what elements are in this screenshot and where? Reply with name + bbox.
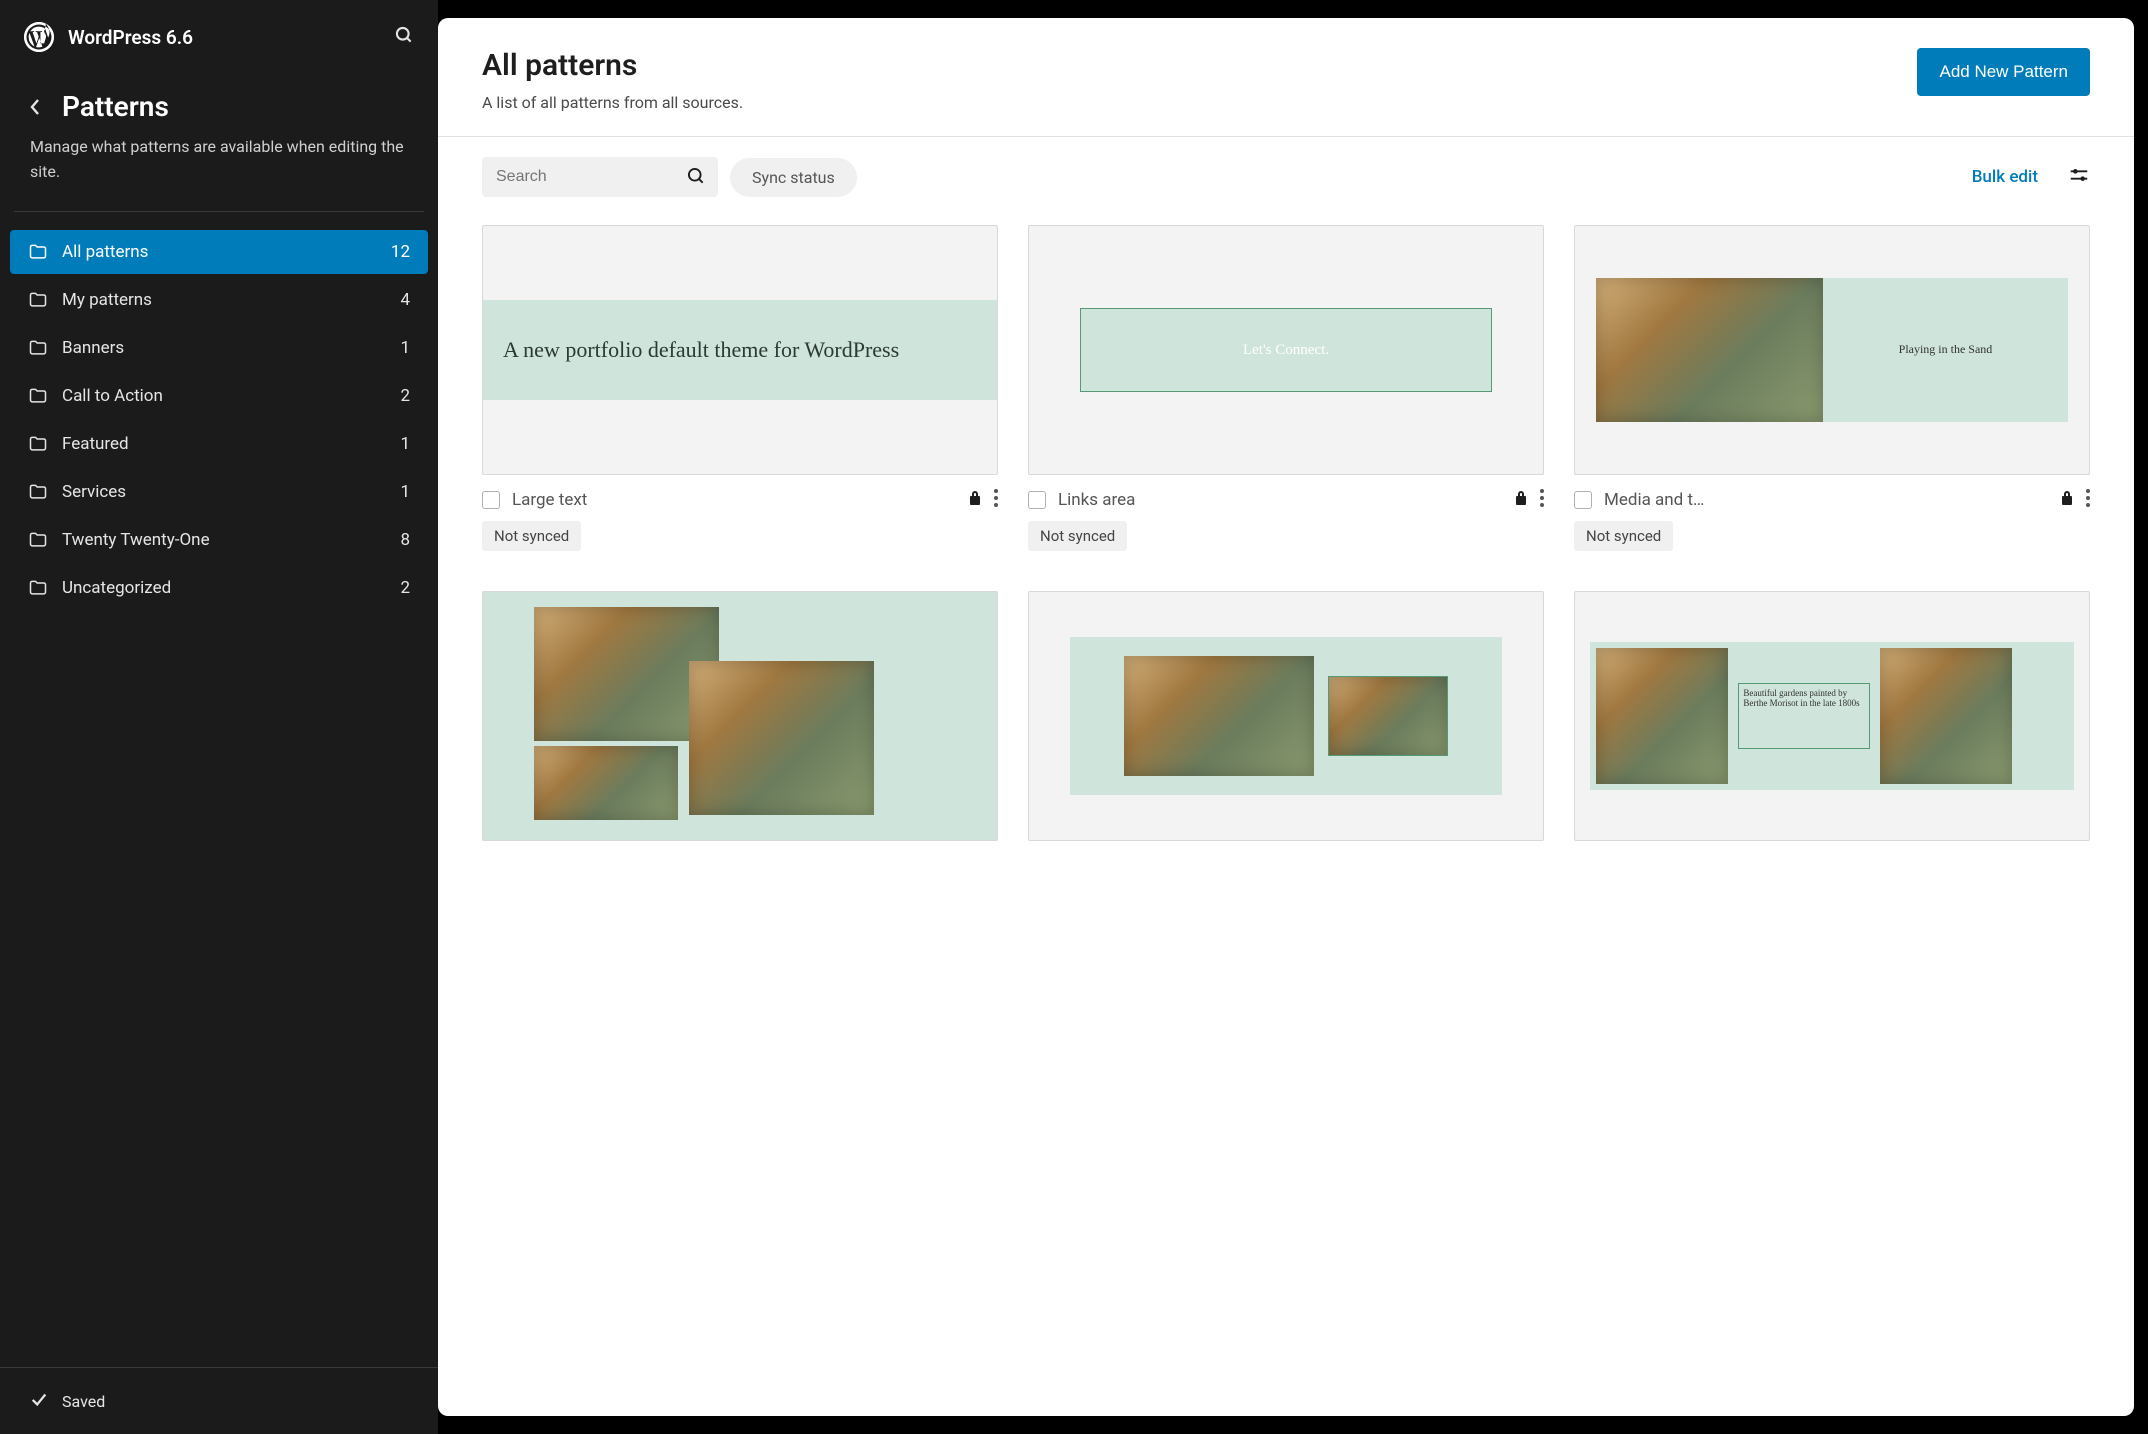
pattern-title: Media and t…	[1604, 490, 2048, 510]
sidebar-footer: Saved	[0, 1367, 438, 1434]
category-label: Services	[62, 482, 400, 502]
category-count: 8	[400, 530, 410, 550]
category-count: 1	[400, 338, 410, 358]
pattern-preview	[1028, 591, 1544, 841]
category-count: 12	[391, 242, 410, 262]
category-label: Call to Action	[62, 386, 400, 406]
sync-status-badge: Not synced	[1028, 521, 1127, 551]
category-item[interactable]: Twenty Twenty-One 8	[10, 518, 428, 562]
folder-icon	[28, 290, 48, 310]
pattern-preview: Beautiful gardens painted by Berthe Mori…	[1574, 591, 2090, 841]
lock-icon	[968, 490, 982, 510]
pattern-preview	[482, 591, 998, 841]
category-item[interactable]: Services 1	[10, 470, 428, 514]
category-item[interactable]: Banners 1	[10, 326, 428, 370]
search-icon	[686, 166, 706, 190]
pattern-grid: A new portfolio default theme for WordPr…	[438, 225, 2134, 901]
category-label: Twenty Twenty-One	[62, 530, 400, 550]
select-checkbox[interactable]	[482, 491, 500, 509]
section-description: Manage what patterns are available when …	[0, 135, 438, 211]
sidebar-header: WordPress 6.6	[0, 22, 438, 90]
pattern-card[interactable]	[1028, 591, 1544, 877]
pattern-card[interactable]	[482, 591, 998, 877]
category-item[interactable]: Featured 1	[10, 422, 428, 466]
category-count: 1	[400, 482, 410, 502]
toolbar: Sync status Bulk edit	[438, 137, 2134, 225]
pattern-preview: Playing in the Sand	[1574, 225, 2090, 475]
pattern-card[interactable]: Let's Connect. Links area Not synced	[1028, 225, 1544, 551]
sidebar: WordPress 6.6 Patterns Manage what patte…	[0, 0, 438, 1434]
category-label: My patterns	[62, 290, 400, 310]
main-header: All patterns A list of all patterns from…	[438, 18, 2134, 136]
sync-status-badge: Not synced	[482, 521, 581, 551]
pattern-meta: Media and t…	[1574, 489, 2090, 511]
pattern-card[interactable]: Playing in the Sand Media and t… Not syn…	[1574, 225, 2090, 551]
category-label: Banners	[62, 338, 400, 358]
category-count: 2	[400, 386, 410, 406]
folder-icon	[28, 434, 48, 454]
folder-icon	[28, 482, 48, 502]
pattern-preview: Let's Connect.	[1028, 225, 1544, 475]
add-pattern-button[interactable]: Add New Pattern	[1917, 48, 2090, 96]
back-icon[interactable]	[30, 98, 48, 116]
folder-icon	[28, 578, 48, 598]
folder-icon	[28, 338, 48, 358]
pattern-title: Links area	[1058, 490, 1502, 510]
page-subtitle: A list of all patterns from all sources.	[482, 93, 743, 112]
section-header: Patterns	[0, 90, 438, 135]
wordpress-logo-icon	[24, 22, 54, 52]
brand[interactable]: WordPress 6.6	[24, 22, 193, 52]
category-count: 4	[400, 290, 410, 310]
view-options-icon[interactable]	[2068, 164, 2090, 190]
select-checkbox[interactable]	[1028, 491, 1046, 509]
category-item[interactable]: My patterns 4	[10, 278, 428, 322]
category-label: Uncategorized	[62, 578, 400, 598]
select-checkbox[interactable]	[1574, 491, 1592, 509]
lock-icon	[2060, 490, 2074, 510]
bulk-edit-link[interactable]: Bulk edit	[1972, 167, 2038, 187]
category-count: 2	[400, 578, 410, 598]
section-title: Patterns	[62, 90, 169, 123]
more-actions-icon[interactable]	[1540, 489, 1544, 511]
main-panel: All patterns A list of all patterns from…	[438, 18, 2134, 1416]
lock-icon	[1514, 490, 1528, 510]
pattern-preview: A new portfolio default theme for WordPr…	[482, 225, 998, 475]
sync-status-badge: Not synced	[1574, 521, 1673, 551]
category-item[interactable]: All patterns 12	[10, 230, 428, 274]
category-count: 1	[400, 434, 410, 454]
folder-icon	[28, 242, 48, 262]
pattern-title: Large text	[512, 490, 956, 510]
sidebar-divider	[14, 211, 424, 212]
folder-icon	[28, 530, 48, 550]
search-input[interactable]	[496, 168, 676, 186]
global-search-icon[interactable]	[394, 25, 414, 49]
category-item[interactable]: Uncategorized 2	[10, 566, 428, 610]
page-title: All patterns	[482, 48, 743, 83]
brand-title: WordPress 6.6	[68, 26, 193, 49]
category-label: All patterns	[62, 242, 391, 262]
category-list: All patterns 12 My patterns 4 Banners 1 …	[0, 230, 438, 610]
category-label: Featured	[62, 434, 400, 454]
saved-check-icon	[30, 1390, 48, 1412]
pattern-meta: Links area	[1028, 489, 1544, 511]
pattern-card[interactable]: A new portfolio default theme for WordPr…	[482, 225, 998, 551]
saved-label: Saved	[62, 1392, 105, 1411]
pattern-meta: Large text	[482, 489, 998, 511]
pattern-card[interactable]: Beautiful gardens painted by Berthe Mori…	[1574, 591, 2090, 877]
category-item[interactable]: Call to Action 2	[10, 374, 428, 418]
sync-status-filter[interactable]: Sync status	[730, 158, 857, 197]
more-actions-icon[interactable]	[2086, 489, 2090, 511]
more-actions-icon[interactable]	[994, 489, 998, 511]
search-box[interactable]	[482, 157, 718, 197]
folder-icon	[28, 386, 48, 406]
